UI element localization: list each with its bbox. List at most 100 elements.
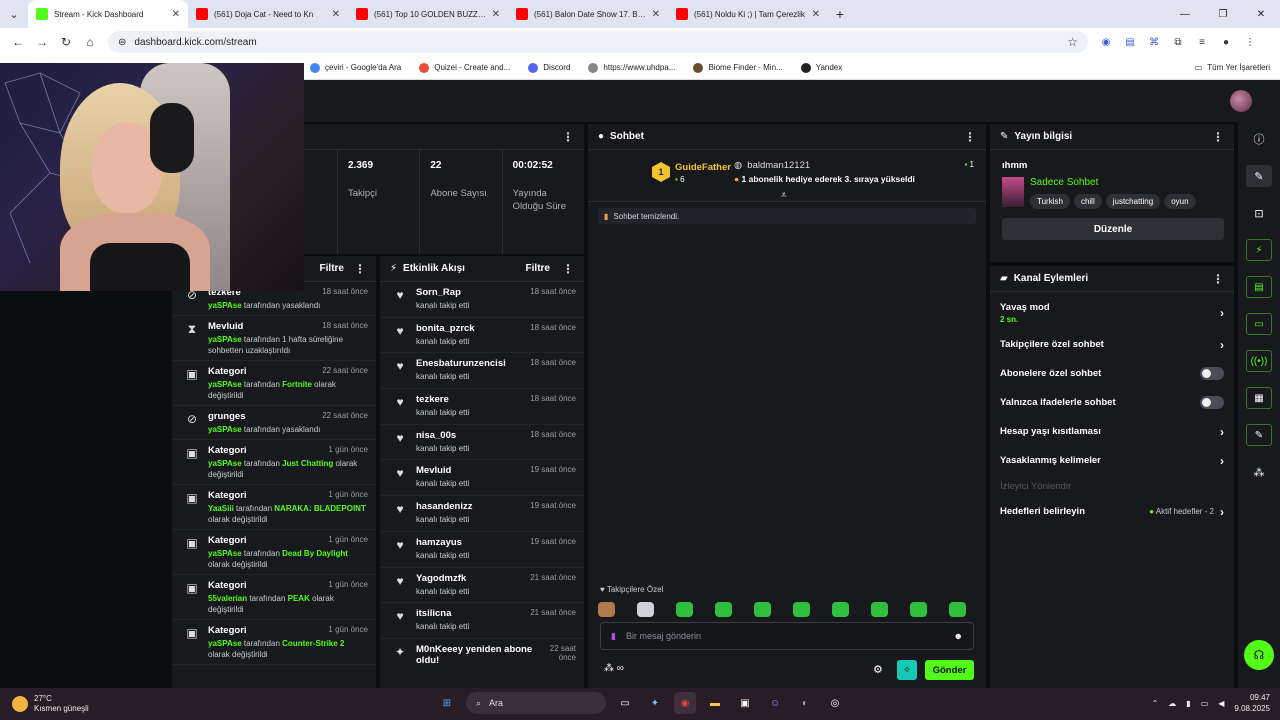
bookmark-item[interactable]: çeviri - Google'da Ara: [310, 62, 401, 73]
kick-bot-icon[interactable]: ✧: [897, 660, 917, 680]
follower-name[interactable]: Yagodmzfk: [416, 573, 466, 584]
profile-icon[interactable]: ●: [1216, 32, 1236, 52]
display-icon[interactable]: ▭: [1201, 699, 1209, 708]
app-icon[interactable]: ◎: [824, 692, 846, 714]
close-tab-icon[interactable]: ✕: [492, 9, 500, 20]
follower-name[interactable]: itsilicna: [416, 608, 451, 619]
bookmark-item[interactable]: Quizei - Create and...: [419, 62, 510, 73]
gifter-name[interactable]: baldman12121: [747, 160, 810, 171]
edit-icon[interactable]: ✎: [1246, 165, 1272, 187]
close-window-icon[interactable]: ✕: [1242, 0, 1280, 28]
browser-tab[interactable]: Stream - Kick Dashboard ✕: [28, 0, 188, 28]
minimize-icon[interactable]: —: [1166, 0, 1204, 28]
infinity-icon[interactable]: ∞: [617, 663, 624, 674]
filter-button[interactable]: Filtre: [320, 263, 344, 274]
clock[interactable]: 09:47 9.08.2025: [1234, 692, 1270, 714]
emote-icon[interactable]: [793, 602, 810, 617]
extension-icon[interactable]: ◉: [1096, 32, 1116, 52]
actor-name[interactable]: yaSPAse: [208, 639, 242, 648]
more-options-icon[interactable]: ⋮: [964, 130, 976, 144]
bookmark-item[interactable]: https://www.uhdpa...: [588, 62, 675, 73]
stream-tag[interactable]: Turkish: [1030, 194, 1070, 209]
translate-icon[interactable]: ⌘: [1144, 32, 1164, 52]
age-restriction-item[interactable]: Hesap yaşı kısıtlaması ›: [990, 417, 1234, 446]
more-options-icon[interactable]: ⋮: [1212, 130, 1224, 144]
close-tab-icon[interactable]: ✕: [652, 9, 660, 20]
forward-icon[interactable]: →: [30, 30, 54, 54]
category-name[interactable]: Sadece Sohbet: [1030, 177, 1200, 188]
goals-item[interactable]: Hedefleri belirleyin ● Aktif hedefler - …: [990, 497, 1234, 526]
url-field[interactable]: ⊜ dashboard.kick.com/stream ☆: [108, 31, 1088, 53]
new-tab-button[interactable]: +: [828, 0, 852, 28]
close-tab-icon[interactable]: ✕: [812, 9, 820, 20]
stream-tag[interactable]: justchatting: [1105, 194, 1161, 209]
more-options-icon[interactable]: ⋮: [562, 130, 574, 144]
actor-name[interactable]: yaSPAse: [208, 301, 242, 310]
menu-icon[interactable]: ⋮: [1240, 32, 1260, 52]
steam-icon[interactable]: ◐: [794, 692, 816, 714]
chat-icon[interactable]: ▭: [1246, 313, 1272, 335]
actor-name[interactable]: 55valerian: [208, 594, 247, 603]
follower-name[interactable]: Mevluid: [416, 465, 451, 476]
follower-name[interactable]: hasandenizz: [416, 501, 473, 512]
browser-tab[interactable]: (561) Doja Cat - Need to Kn ✕: [188, 0, 348, 28]
send-button[interactable]: Gönder: [925, 660, 974, 680]
emote-icon[interactable]: [832, 602, 849, 617]
document-icon[interactable]: ▤: [1246, 276, 1272, 298]
volume-icon[interactable]: ◀: [1218, 699, 1224, 708]
followers-only-item[interactable]: Takipçilere özel sohbet ›: [990, 330, 1234, 359]
close-tab-icon[interactable]: ✕: [172, 9, 180, 20]
browser-tab[interactable]: (561) Balon Date Show 17. Bölü ✕: [508, 0, 668, 28]
follower-name[interactable]: Enesbaturunzencisi: [416, 358, 506, 369]
emote-icon[interactable]: [871, 602, 888, 617]
emote-icon[interactable]: [949, 602, 966, 617]
chevron-up-icon[interactable]: ⌃: [1152, 699, 1159, 708]
all-bookmarks[interactable]: ▭ Tüm Yer İşaretleri: [1195, 63, 1270, 72]
media-icon[interactable]: ≡: [1192, 32, 1212, 52]
extension-icon[interactable]: ▤: [1120, 32, 1140, 52]
browser-tab[interactable]: (561) Noldu Ki ;) | Tam Çerezlik ✕: [668, 0, 828, 28]
start-icon[interactable]: ⊞: [436, 692, 458, 714]
browser-tab[interactable]: (561) Top 10 GOLDEN BUZZER ✕: [348, 0, 508, 28]
bolt-icon[interactable]: ⚡: [1246, 239, 1272, 261]
puzzle-icon[interactable]: ⧉: [1168, 32, 1188, 52]
follower-name[interactable]: nisa_00s: [416, 430, 456, 441]
actor-name[interactable]: yaSPAse: [208, 335, 242, 344]
actor-name[interactable]: yaSPAse: [208, 459, 242, 468]
discord-icon[interactable]: ☺: [764, 692, 786, 714]
subscribers-only-toggle[interactable]: [1200, 367, 1224, 380]
emote-icon[interactable]: [910, 602, 927, 617]
chat-input[interactable]: ▮ Bir mesaj gönderin ☻: [600, 622, 974, 650]
close-tab-icon[interactable]: ✕: [332, 9, 340, 20]
bookmark-item[interactable]: Discord: [528, 62, 570, 73]
mic-icon[interactable]: ▮: [611, 631, 616, 642]
weather-widget[interactable]: 27°C Kısmen güneşli: [12, 694, 89, 714]
chrome-icon[interactable]: ◉: [674, 692, 696, 714]
emote-icon[interactable]: [715, 602, 732, 617]
copilot-icon[interactable]: ✦: [644, 692, 666, 714]
expand-icon[interactable]: ⩡: [781, 190, 787, 201]
store-icon[interactable]: ▣: [734, 692, 756, 714]
follower-name[interactable]: tezkere: [416, 394, 449, 405]
wrench-icon[interactable]: ✎: [1246, 424, 1272, 446]
pinned-user[interactable]: GuideFather: [675, 162, 731, 173]
more-options-icon[interactable]: ⋮: [1212, 272, 1224, 286]
slow-mode-item[interactable]: Yavaş mod 2 sn. ›: [990, 296, 1234, 330]
share-icon[interactable]: ⁂: [1246, 461, 1272, 483]
settings-icon[interactable]: ⚙: [873, 663, 883, 676]
back-icon[interactable]: ←: [6, 30, 30, 54]
emote-icon[interactable]: [754, 602, 771, 617]
stream-tag[interactable]: oyun: [1164, 194, 1196, 209]
more-options-icon[interactable]: ⋮: [562, 262, 574, 276]
cloud-icon[interactable]: ☁: [1168, 699, 1176, 708]
bookmark-item[interactable]: Biome Finder - Min...: [693, 62, 783, 73]
maximize-icon[interactable]: ❐: [1204, 0, 1242, 28]
bookmark-item[interactable]: Yandex: [800, 62, 842, 73]
task-view-icon[interactable]: ▭: [614, 692, 636, 714]
actor-name[interactable]: yaSPAse: [208, 549, 242, 558]
emote-icon[interactable]: [637, 602, 654, 617]
more-options-icon[interactable]: ⋮: [354, 262, 366, 276]
emotes-only-toggle[interactable]: [1200, 396, 1224, 409]
emoji-icon[interactable]: ☻: [954, 631, 963, 641]
site-info-icon[interactable]: ⊜: [118, 37, 126, 48]
